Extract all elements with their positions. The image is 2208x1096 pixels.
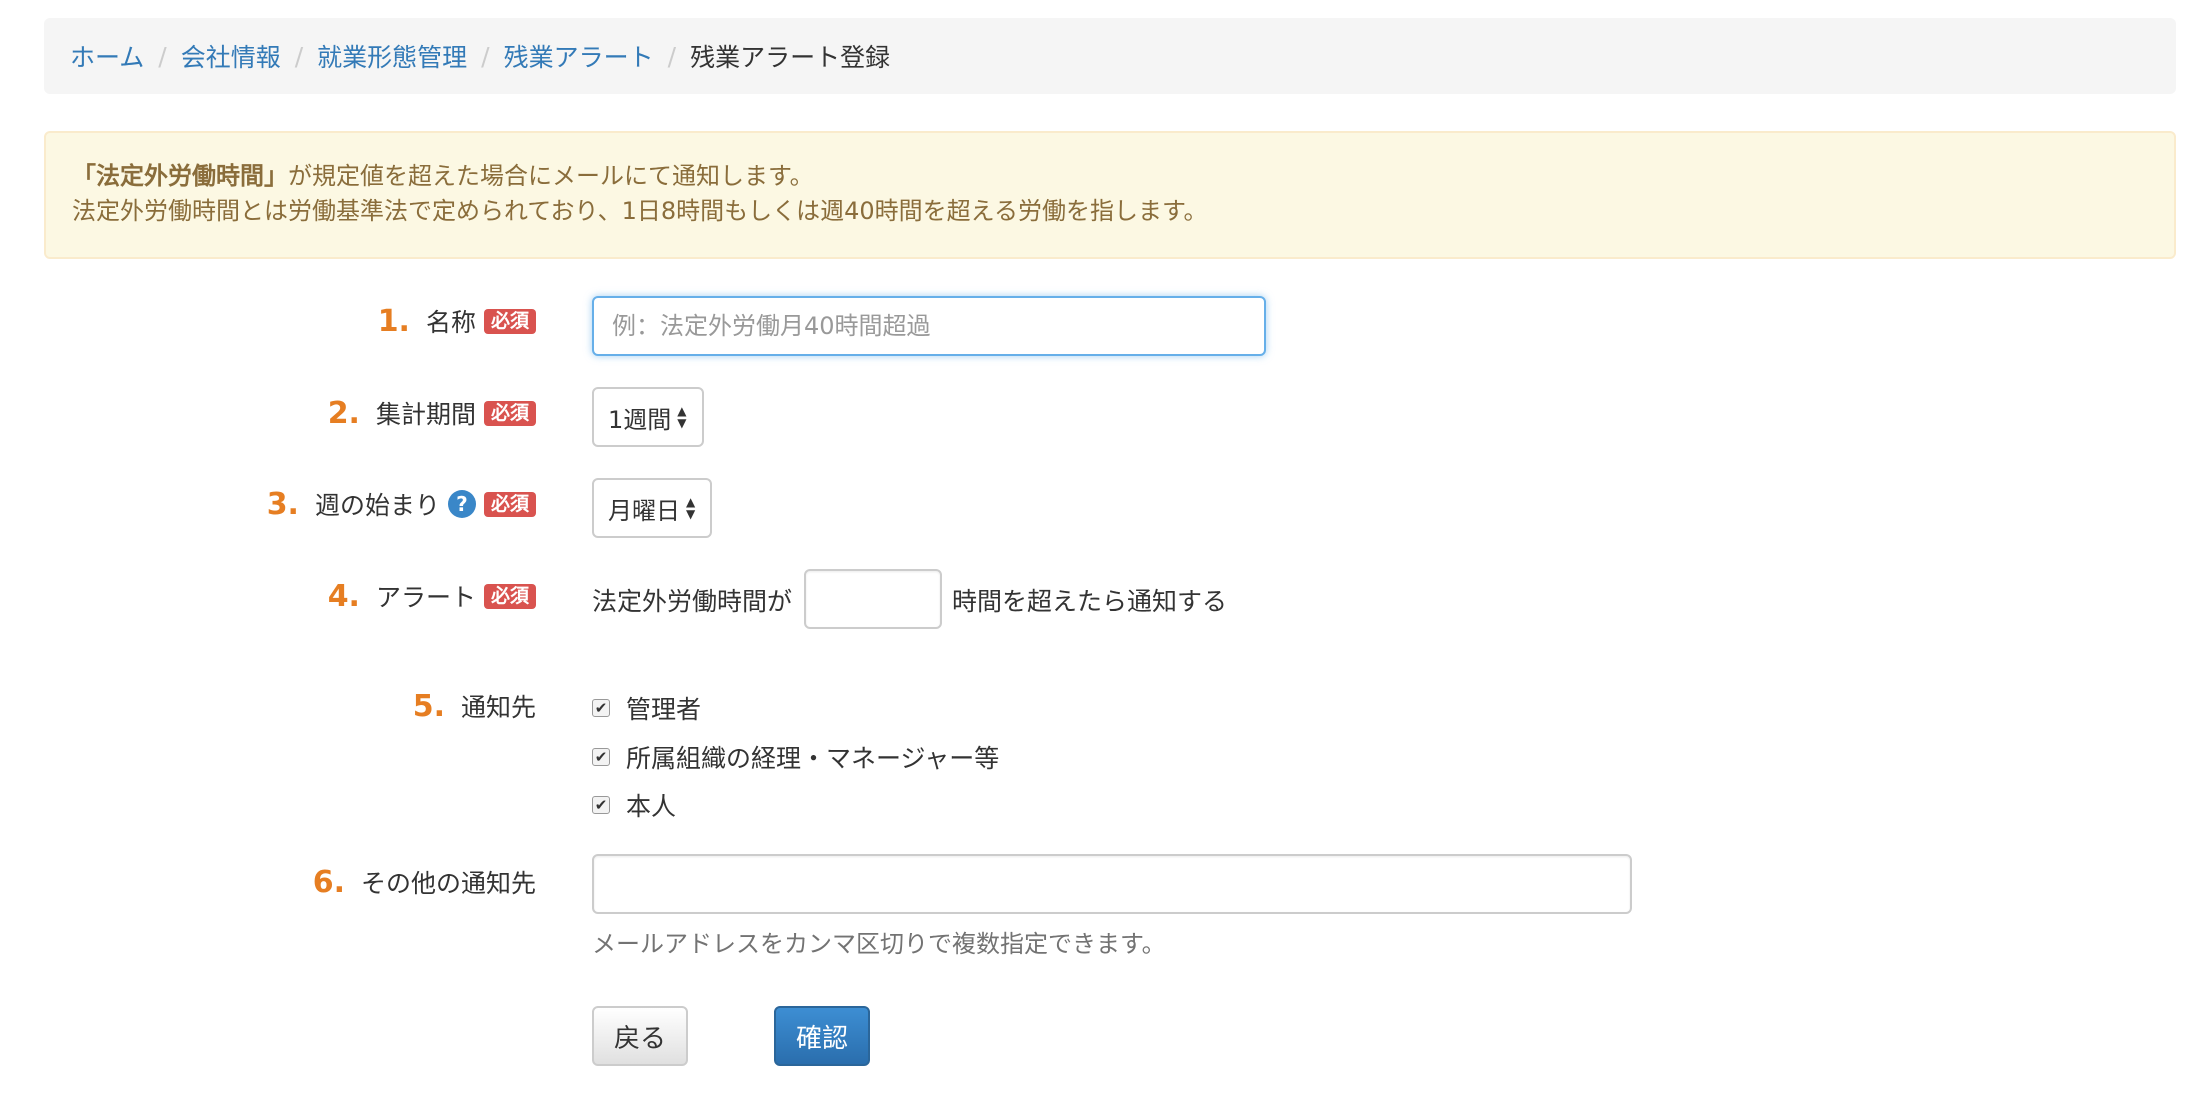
info-alert: 「法定外労働時間」が規定値を超えた場合にメールにて通知します。 法定外労働時間と… (44, 131, 2176, 259)
breadcrumb-home[interactable]: ホーム (70, 38, 144, 74)
alert-emphasis: 「法定外労働時間」 (72, 162, 288, 190)
breadcrumb-separator: / (667, 41, 677, 71)
week-start-select[interactable]: 月曜日 ▲ ▼ (592, 478, 712, 538)
period-select[interactable]: 1週間 ▲ ▼ (592, 387, 704, 447)
help-icon[interactable]: ? (447, 490, 476, 518)
breadcrumb-current: 残業アラート登録 (690, 43, 891, 72)
step-number: 3. (266, 486, 299, 522)
breadcrumb-company-info[interactable]: 会社情報 (181, 38, 281, 74)
select-arrows-icon: ▲ ▼ (686, 495, 696, 521)
required-badge: 必須 (483, 491, 536, 517)
step-number: 2. (327, 395, 360, 431)
recipient-option-label: 本人 (626, 792, 677, 821)
select-arrows-icon: ▲ ▼ (677, 404, 687, 430)
other-recipients-label: 6. その他の通知先 (313, 864, 536, 900)
step-number: 5. (412, 688, 445, 724)
alert-threshold-prefix: 法定外労働時間が (592, 587, 793, 616)
breadcrumb-separator: / (158, 41, 167, 71)
week-start-label-text: 週の始まり (314, 491, 440, 520)
recipient-option-label: 管理者 (626, 695, 702, 724)
recipient-option-org-manager[interactable]: ✔ 所属組織の経理・マネージャー等 (592, 739, 999, 775)
name-input[interactable] (592, 296, 1266, 356)
alert-threshold-suffix: 時間を超えたら通知する (952, 587, 1228, 616)
week-start-label: 3. 週の始まり ? 必須 (267, 486, 536, 522)
checkbox-checked-icon[interactable]: ✔ (592, 796, 610, 814)
recipients-label-text: 通知先 (460, 693, 536, 722)
period-selected-value: 1週間 (608, 405, 672, 434)
step-number: 6. (312, 864, 345, 900)
name-label: 1. 名称 必須 (378, 303, 536, 339)
alert-line-1-text: が規定値を超えた場合にメールにて通知します。 (288, 162, 814, 190)
breadcrumb-work-style[interactable]: 就業形態管理 (317, 38, 467, 74)
name-label-text: 名称 (425, 308, 476, 337)
alert-threshold-label-text: アラート (375, 583, 476, 612)
confirm-button[interactable]: 確認 (774, 1006, 870, 1066)
breadcrumb-separator: / (481, 41, 490, 71)
recipient-option-self[interactable]: ✔ 本人 (592, 787, 676, 823)
period-label: 2. 集計期間 必須 (328, 395, 536, 431)
back-button[interactable]: 戻る (592, 1006, 688, 1066)
step-number: 4. (327, 578, 360, 614)
other-recipients-help: メールアドレスをカンマ区切りで複数指定できます。 (592, 930, 1166, 958)
alert-hours-input[interactable] (804, 569, 942, 629)
required-badge: 必須 (483, 583, 536, 609)
other-recipients-label-text: その他の通知先 (360, 869, 536, 898)
checkbox-checked-icon[interactable]: ✔ (592, 699, 610, 717)
recipients-label: 5. 通知先 (413, 688, 536, 724)
week-start-selected-value: 月曜日 (608, 496, 680, 525)
alert-line-2: 法定外労働時間とは労働基準法で定められており、1日8時間もしくは週40時間を超え… (72, 197, 1208, 225)
other-recipients-input[interactable] (592, 854, 1632, 914)
checkbox-checked-icon[interactable]: ✔ (592, 748, 610, 766)
period-label-text: 集計期間 (375, 400, 476, 429)
breadcrumb-separator: / (294, 41, 304, 71)
breadcrumb: ホーム / 会社情報 / 就業形態管理 / 残業アラート / 残業アラート登録 (44, 18, 2176, 94)
alert-threshold-label: 4. アラート 必須 (328, 578, 536, 614)
alert-line-1: 「法定外労働時間」が規定値を超えた場合にメールにて通知します。 (72, 159, 2148, 194)
recipient-option-label: 所属組織の経理・マネージャー等 (626, 744, 1000, 773)
step-number: 1. (377, 303, 410, 339)
required-badge: 必須 (483, 400, 536, 426)
breadcrumb-overtime-alert[interactable]: 残業アラート (504, 38, 654, 74)
recipient-option-admin[interactable]: ✔ 管理者 (592, 690, 701, 726)
required-badge: 必須 (483, 308, 536, 334)
